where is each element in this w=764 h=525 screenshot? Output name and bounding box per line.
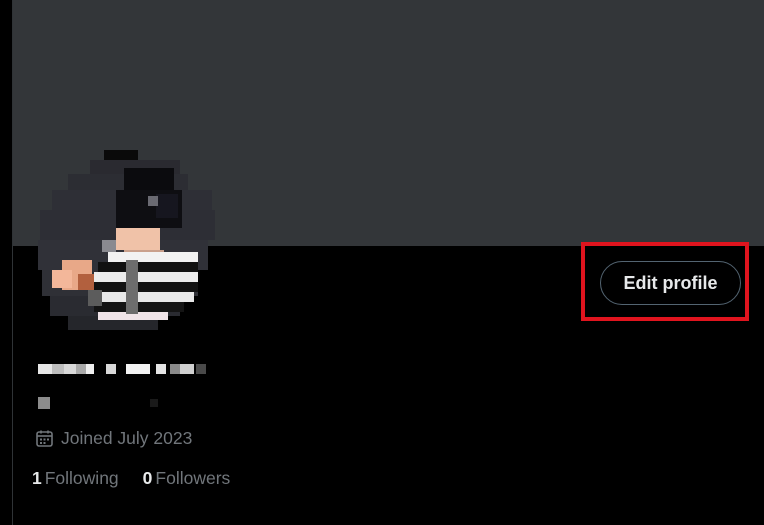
handle-redacted — [38, 397, 158, 409]
joined-date: Joined July 2023 — [35, 428, 192, 449]
profile-avatar[interactable] — [28, 150, 218, 330]
following-label: Following — [44, 468, 119, 488]
following-count: 1 — [32, 468, 42, 488]
edit-profile-button[interactable]: Edit profile — [600, 261, 741, 305]
follow-stats: 1 Following 0 Followers — [32, 468, 254, 489]
left-divider — [0, 0, 13, 525]
following-link[interactable]: 1 Following — [32, 468, 119, 489]
profile-page: Edit profile Joined July 2023 1 Followin… — [0, 0, 764, 525]
followers-link[interactable]: 0 Followers — [143, 468, 231, 489]
display-name-redacted — [38, 364, 206, 374]
calendar-icon — [36, 430, 53, 447]
edit-profile-label: Edit profile — [623, 272, 718, 293]
followers-count: 0 — [142, 468, 153, 488]
followers-label: Followers — [155, 468, 231, 488]
joined-text: Joined July 2023 — [61, 428, 193, 448]
